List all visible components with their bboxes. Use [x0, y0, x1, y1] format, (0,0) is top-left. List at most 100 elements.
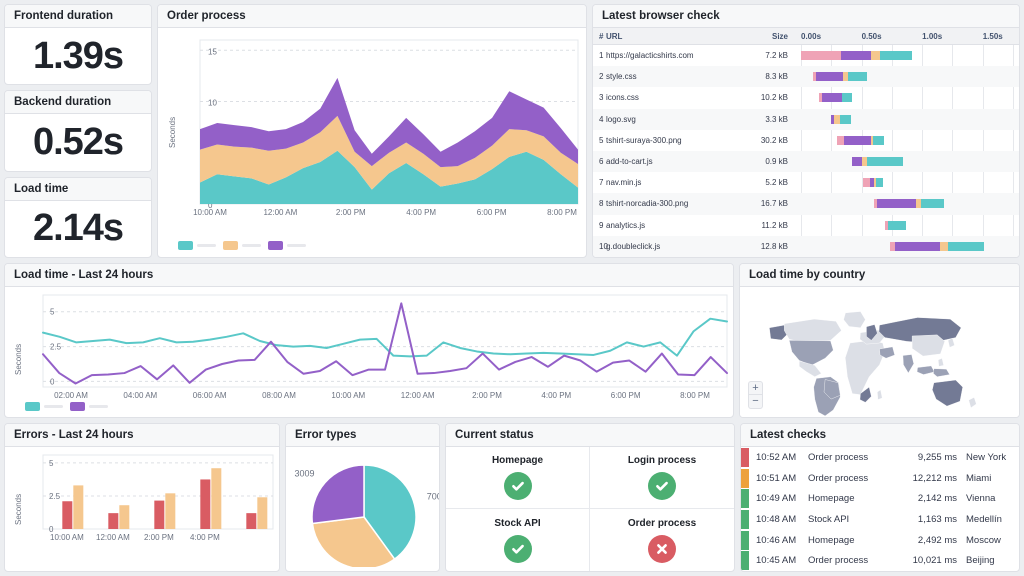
table-row[interactable]: 2 style.css 8.3 kB [593, 66, 1019, 88]
waterfall-bar[interactable] [852, 157, 904, 167]
check-circle-icon [503, 534, 532, 563]
waterfall-segment [862, 178, 871, 188]
status-badge [741, 489, 749, 509]
row-url: nav.min.js [606, 178, 642, 188]
map-country-japan[interactable] [947, 337, 955, 348]
map-country-greenland[interactable] [843, 311, 866, 328]
map-country-madagascar[interactable] [877, 389, 883, 400]
error-types-pie[interactable]: 700150043009 [286, 447, 439, 571]
waterfall-bar[interactable] [818, 93, 852, 103]
table-row[interactable]: 7 nav.min.js 5.2 kB [593, 172, 1019, 193]
x-axis-tick-label: 12:00 AM [400, 390, 435, 400]
map-zoom-controls[interactable]: + − [748, 381, 763, 410]
row-waterfall [797, 66, 1019, 87]
row-size: 7.2 kB [765, 51, 788, 61]
errors-bar-chart[interactable]: Seconds 0 2.5 5 10:00 AM 12:00 AM 2:00 PM 4:0… [5, 447, 279, 571]
legend-item[interactable] [223, 240, 261, 250]
check-duration: 2,492 ms [917, 534, 957, 546]
status-cell[interactable]: Order process [590, 509, 734, 571]
table-row[interactable]: 5 tshirt-suraya-300.png 30.2 kB [593, 130, 1019, 151]
map-country-africa[interactable] [845, 339, 886, 395]
waterfall-segment [843, 135, 871, 145]
waterfall-bar[interactable] [801, 51, 912, 61]
status-cell[interactable]: Homepage [446, 447, 590, 510]
map-country-india[interactable] [902, 354, 914, 374]
list-item[interactable]: 10:46 AM Homepage 2,492 ms Moscow [741, 530, 1019, 551]
legend-item[interactable] [25, 402, 63, 412]
status-badge [741, 510, 749, 530]
errors-plot: 02.55 [42, 454, 274, 534]
waterfall-bar[interactable] [890, 241, 985, 251]
pie-slice-label: 7001 [427, 492, 439, 502]
table-row[interactable]: 4 logo.svg 3.3 kB [593, 108, 1019, 130]
list-item[interactable]: 10:49 AM Homepage 2,142 ms Vienna [741, 489, 1019, 510]
waterfall-bar[interactable] [873, 199, 944, 209]
zoom-out-button[interactable]: − [749, 395, 762, 408]
check-name: Order process [808, 452, 869, 464]
waterfall-bar[interactable] [884, 220, 907, 230]
waterfall-bar[interactable] [837, 135, 884, 145]
check-name: Order process [808, 472, 869, 484]
x-axis-tick-label: 12:00 AM [263, 208, 298, 217]
table-row[interactable]: 8 tshirt-norcadia-300.png 16.7 kB [593, 193, 1019, 215]
stat-card-frontend-duration[interactable]: Frontend duration 1.39s [4, 4, 152, 86]
waterfall-tick-label: 0.00s [801, 32, 822, 41]
map-country-indonesia-east[interactable] [933, 368, 950, 377]
list-item[interactable]: 10:48 AM Stock API 1,163 ms Medellín [741, 509, 1019, 530]
row-size: 3.3 kB [765, 114, 788, 124]
dashboard: Frontend duration 1.39s Backend duration… [0, 0, 1024, 576]
row-waterfall [797, 87, 1019, 108]
legend-item[interactable] [70, 402, 108, 412]
dashboard-row-bottom: Errors - Last 24 hours Seconds 0 2.5 5 10:… [4, 423, 1020, 572]
waterfall-bar[interactable] [862, 178, 883, 188]
row-size: 8.3 kB [765, 72, 788, 82]
map-country-indonesia-west[interactable] [916, 365, 935, 375]
waterfall-tick-label: 1.50s [982, 32, 1003, 41]
list-item[interactable]: 10:45 AM Order process 10,021 ms Beijing [741, 550, 1019, 571]
check-name: Order process [808, 555, 869, 567]
map-country-australia[interactable] [932, 379, 963, 407]
order-process-chart[interactable]: Seconds 051015 10:00 AM12:00 AM2:00 PM4:… [158, 28, 586, 257]
waterfall-segment [939, 241, 949, 251]
stat-card-backend-duration[interactable]: Backend duration 0.52s [4, 90, 152, 172]
status-cell[interactable]: Login process [590, 447, 734, 510]
map-country-canada[interactable] [784, 318, 842, 344]
choropleth-map[interactable] [740, 287, 1019, 418]
table-row[interactable]: 6 add-to-cart.js 0.9 kB [593, 150, 1019, 173]
map-country-united-states[interactable] [788, 339, 834, 366]
chart-legend[interactable] [25, 402, 108, 412]
pie-slice[interactable] [311, 464, 365, 525]
legend-label-placeholder [287, 243, 306, 247]
map-country-new-zealand[interactable] [968, 397, 977, 408]
list-item[interactable]: 10:52 AM Order process 9,255 ms New York [741, 447, 1019, 468]
row-index: 3 [599, 93, 604, 103]
map-country-china[interactable] [911, 334, 946, 357]
legend-item[interactable] [268, 240, 306, 250]
zoom-in-button[interactable]: + [749, 382, 762, 396]
x-axis-tick-label: 8:00 PM [547, 208, 577, 217]
row-index: 5 [599, 135, 604, 145]
waterfall-bar[interactable] [812, 72, 867, 82]
map-country-philippines[interactable] [938, 357, 944, 367]
table-row[interactable]: 3 icons.css 10.2 kB [593, 87, 1019, 108]
table-row[interactable]: 9 analytics.js 11.2 kB [593, 215, 1019, 236]
panel-title: Load time by country [740, 263, 1019, 287]
stat-card-load-time[interactable]: Load time 2.14s [4, 176, 152, 258]
panel-title: Order process [158, 5, 586, 28]
table-row[interactable]: 1 https://galacticshirts.com 7.2 kB [593, 45, 1019, 66]
world-map[interactable]: + − [740, 286, 1019, 418]
pie-chart[interactable]: 700150043009 [286, 447, 439, 568]
column-header-number: # [599, 31, 604, 41]
waterfall-bar[interactable] [830, 114, 852, 124]
chart-legend[interactable] [178, 240, 306, 250]
check-time: 10:46 AM [756, 534, 797, 546]
list-item[interactable]: 10:51 AM Order process 12,212 ms Miami [741, 468, 1019, 489]
load-time-chart[interactable]: Seconds 0 2.5 5 02:00 AM 04:00 AM 06:00 AM 08… [5, 287, 733, 418]
stat-card-title: Backend duration [5, 91, 151, 115]
waterfall-segment [852, 157, 862, 167]
row-waterfall [797, 172, 1019, 193]
row-url: icons.css [606, 93, 639, 103]
table-row[interactable]: 10 g.doubleclick.js 12.8 kB [593, 235, 1019, 257]
legend-item[interactable] [178, 240, 216, 250]
status-cell[interactable]: Stock API [446, 509, 590, 571]
